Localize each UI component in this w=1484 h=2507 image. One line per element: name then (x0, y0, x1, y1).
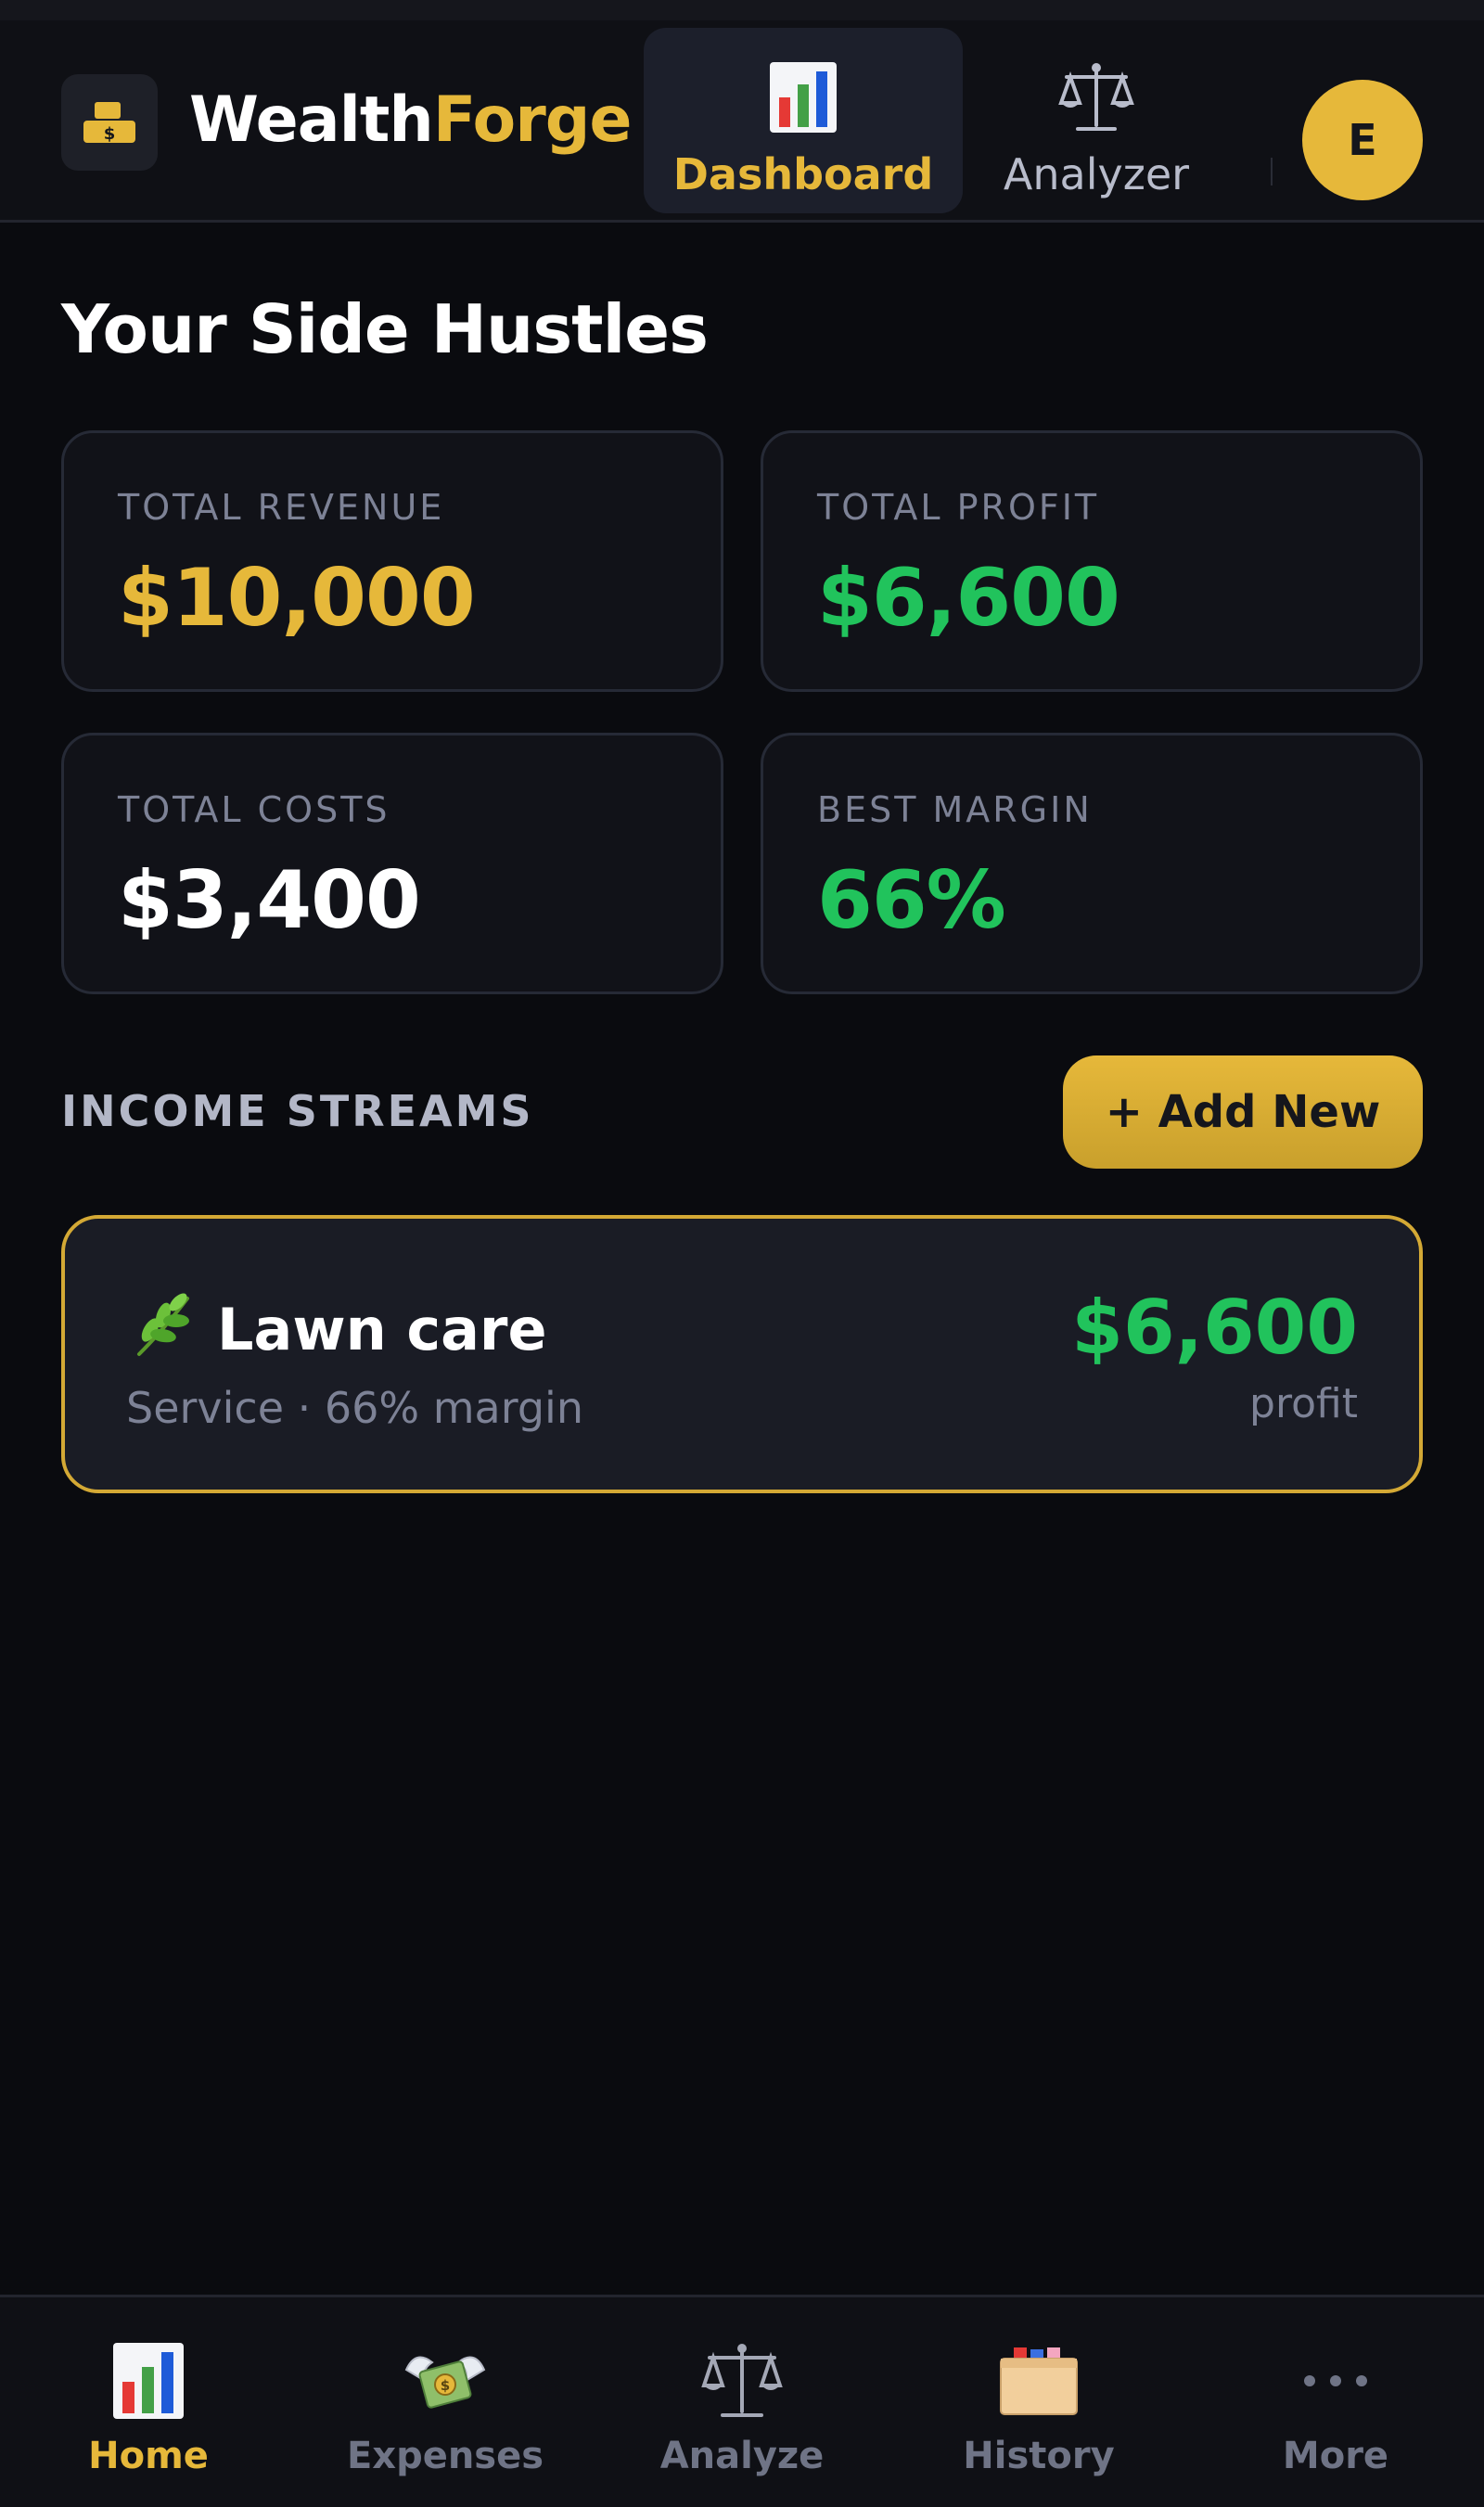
stat-label: TOTAL COSTS (118, 789, 390, 830)
herb-icon (137, 1293, 189, 1356)
card-file-box-icon (1000, 2347, 1078, 2415)
stat-card-total-revenue: TOTAL REVENUE $10,000 (61, 430, 723, 692)
stream-meta: Service · 66% margin (126, 1383, 583, 1433)
stat-card-total-profit: TOTAL PROFIT $6,600 (761, 430, 1423, 692)
status-strip (0, 0, 1484, 20)
bottom-nav-expenses-label: Expenses (346, 2435, 544, 2477)
tab-dashboard[interactable]: Dashboard (644, 28, 963, 213)
bottom-nav-expenses[interactable]: $ Expenses (297, 2297, 594, 2507)
bar-chart-icon (770, 62, 837, 133)
tab-dashboard-label: Dashboard (672, 149, 934, 199)
app-header: $ WealthForge Dashboard Analyzer E (0, 20, 1484, 223)
gold-bars-icon: $ (83, 102, 135, 144)
stat-card-total-costs: TOTAL COSTS $3,400 (61, 733, 723, 994)
balance-scale-icon (1058, 63, 1134, 131)
stat-value: $6,600 (817, 552, 1120, 645)
bottom-nav-home-label: Home (88, 2435, 209, 2477)
stat-label: BEST MARGIN (817, 789, 1093, 830)
stat-label: TOTAL PROFIT (817, 487, 1100, 528)
bar-chart-icon (113, 2343, 184, 2419)
svg-text:$: $ (104, 124, 116, 144)
bottom-nav-more[interactable]: More (1187, 2297, 1484, 2507)
bottom-nav-analyze[interactable]: Analyze (594, 2297, 890, 2507)
stat-label: TOTAL REVENUE (118, 487, 445, 528)
bottom-nav-history[interactable]: History (890, 2297, 1187, 2507)
page-title: Your Side Hustles (61, 290, 709, 368)
stat-value: $10,000 (118, 552, 476, 645)
brand-primary: Wealth (189, 83, 434, 157)
stream-name: Lawn care (217, 1296, 547, 1363)
logo[interactable]: $ (61, 74, 158, 171)
tab-analyzer[interactable]: Analyzer (937, 28, 1256, 213)
bottom-nav-home[interactable]: Home (0, 2297, 297, 2507)
brand-name: WealthForge (189, 83, 633, 158)
stream-profit: $6,600 (1071, 1285, 1358, 1371)
bottom-nav-more-label: More (1282, 2435, 1389, 2477)
stat-card-best-margin: BEST MARGIN 66% (761, 733, 1423, 994)
more-dots-icon (1304, 2375, 1367, 2386)
stat-value: 66% (817, 854, 1006, 947)
header-divider (1271, 158, 1273, 185)
bottom-nav-analyze-label: Analyze (659, 2435, 825, 2477)
section-heading-income-streams: INCOME STREAMS (61, 1086, 534, 1136)
stat-value: $3,400 (118, 854, 421, 947)
balance-scale-icon (701, 2344, 783, 2417)
bottom-nav: Home $ Expenses Analyze History More (0, 2295, 1484, 2507)
brand-accent: Forge (432, 83, 633, 157)
stream-profit-label: profit (1249, 1380, 1358, 1427)
tab-analyzer-label: Analyzer (1003, 149, 1190, 199)
svg-text:$: $ (441, 2377, 450, 2394)
avatar[interactable]: E (1302, 80, 1423, 200)
money-wings-icon: $ (404, 2356, 486, 2409)
add-new-button[interactable]: + Add New (1063, 1055, 1423, 1169)
income-stream-card[interactable]: Lawn care Service · 66% margin $6,600 pr… (61, 1215, 1423, 1493)
bottom-nav-history-label: History (963, 2435, 1115, 2477)
